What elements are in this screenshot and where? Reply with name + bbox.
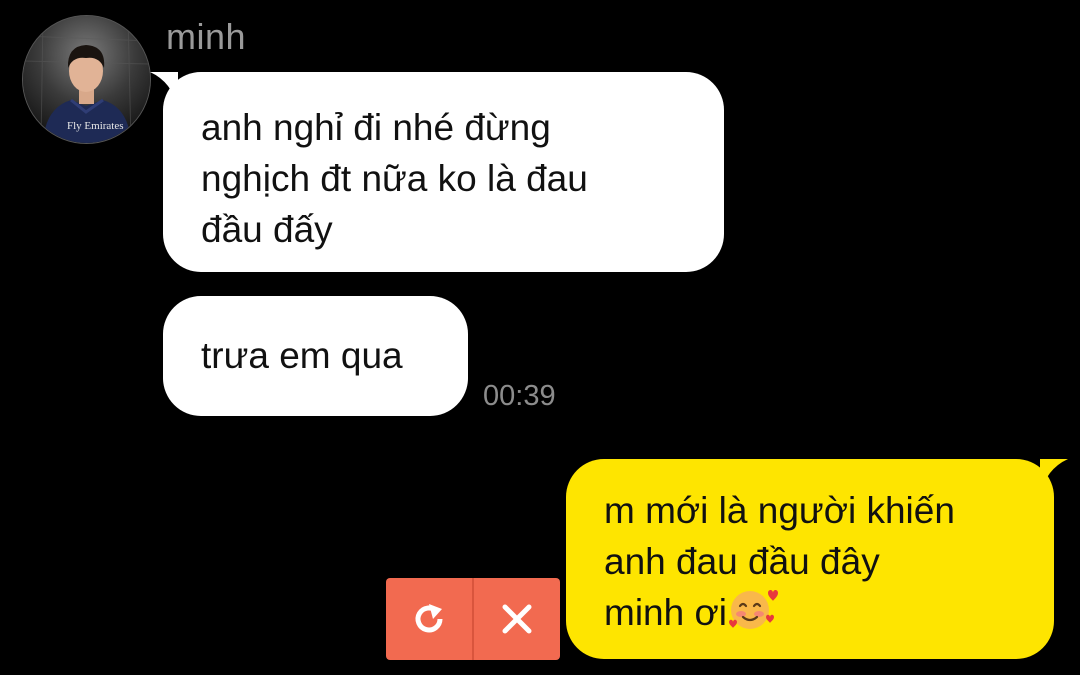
avatar[interactable]: Fly Emirates	[22, 15, 151, 144]
retry-icon	[415, 604, 443, 633]
message-text-line: nghịch đt nữa ko là đau	[201, 158, 588, 199]
retry-button[interactable]	[386, 578, 472, 660]
incoming-message-bubble[interactable]: anh nghỉ đi nhé đừng nghịch đt nữa ko là…	[150, 72, 724, 272]
avatar-jersey-text: Fly Emirates	[67, 120, 124, 132]
message-timestamp: 00:39	[483, 380, 556, 412]
bubble-tail	[1040, 459, 1068, 495]
delete-button[interactable]	[474, 578, 560, 660]
message-text-line: anh nghỉ đi nhé đừng	[201, 107, 551, 148]
outgoing-message-bubble[interactable]: m mới là người khiến anh đau đầu đây min…	[566, 459, 1068, 659]
send-failed-actions	[386, 578, 560, 660]
message-text-line: đầu đấy	[201, 209, 333, 250]
message-text-line: anh đau đầu đây	[604, 541, 880, 582]
close-icon	[502, 604, 532, 634]
message-text-line: trưa em qua	[201, 335, 403, 376]
incoming-message-bubble[interactable]: trưa em qua	[163, 296, 468, 416]
message-text-line: minh ơi	[604, 592, 727, 633]
bubble-tail	[150, 72, 178, 108]
smiling-face-with-hearts-icon	[728, 590, 778, 629]
message-text-line: m mới là người khiến	[604, 490, 955, 531]
sender-name: minh	[166, 16, 247, 57]
